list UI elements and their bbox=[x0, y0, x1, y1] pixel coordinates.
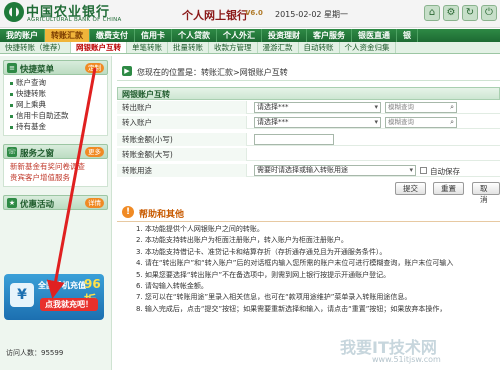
subtab-online-transfer[interactable]: 网银账户互转 bbox=[71, 42, 127, 53]
purpose-label: 转账用途 bbox=[117, 164, 247, 177]
customize-button[interactable]: 定制 bbox=[85, 63, 104, 73]
service-link-survey[interactable]: 新新基金有奖问卷调查 bbox=[4, 161, 107, 172]
help-list: 1. 本功能提供个人网银账户之间的转账。 2. 本功能支持转出账户为柜面注册账户… bbox=[136, 224, 500, 315]
from-account-row: 转出账户 请选择*** 模糊查询⌕ bbox=[117, 101, 500, 114]
bank-logo-icon bbox=[4, 2, 24, 22]
help-item: 8. 输入完成后，点击“提交”按钮；如果需要重新选择和输入，请点击“重置”按钮；… bbox=[136, 304, 447, 313]
tab-forex[interactable]: 个人外汇 bbox=[217, 29, 262, 42]
amount-large-label: 转账金额(大写) bbox=[117, 148, 247, 161]
promo-header: ★ 优惠活动 详情 bbox=[3, 195, 108, 210]
to-account-search[interactable]: 模糊查询 ⌕ bbox=[385, 117, 457, 128]
location-icon: ▶ bbox=[122, 66, 132, 76]
bank-name-en: AGRICULTURAL BANK OF CHINA bbox=[27, 17, 122, 23]
tab-customer-service[interactable]: 客户服务 bbox=[307, 29, 352, 42]
banner-cta[interactable]: 点我就充吧！ bbox=[40, 298, 98, 311]
search-icon[interactable]: ⌕ bbox=[450, 103, 454, 112]
to-account-row: 转入账户 请选择*** 模糊查询⌕ bbox=[117, 116, 500, 129]
submit-button[interactable]: 提交 bbox=[395, 182, 426, 195]
tab-medical[interactable]: 银医直通 bbox=[352, 29, 397, 42]
more-button[interactable]: 更多 bbox=[85, 147, 104, 157]
info-icon: ! bbox=[122, 206, 134, 218]
sidebar-item-funds[interactable]: 持有基金 bbox=[4, 121, 107, 132]
product-name: 个人网上银行 bbox=[182, 9, 248, 22]
sidebar-item-quick-transfer[interactable]: 快捷转账 bbox=[4, 88, 107, 99]
subtab-fund-collection[interactable]: 个人资金归集 bbox=[340, 42, 396, 53]
help-item: 2. 本功能支持转出账户为柜面注册账户，转入账户为柜面注册账户。 bbox=[136, 236, 348, 245]
help-item: 6. 请勾输入转帐金额。 bbox=[136, 282, 208, 291]
sidebar-item-account-query[interactable]: 账户查询 bbox=[4, 77, 107, 88]
purpose-select[interactable]: 需要时请选择或输入转账用途 bbox=[254, 165, 416, 176]
help-item: 3. 本功能支持借记卡、准贷记卡和结算存折（存折通存通兑且为开通服务条件）。 bbox=[136, 247, 387, 256]
menu-icon: ≡ bbox=[7, 63, 17, 73]
quick-menu-title: 快捷菜单 bbox=[20, 65, 55, 75]
service-list: 新新基金有奖问卷调查 贵宾客户增值服务 bbox=[3, 159, 108, 187]
service-link-vip[interactable]: 贵宾客户增值服务 bbox=[4, 172, 107, 183]
to-account-select[interactable]: 请选择*** bbox=[254, 117, 381, 128]
gift-icon: ★ bbox=[7, 198, 17, 208]
tab-more[interactable]: 银 bbox=[397, 29, 418, 42]
tab-investment[interactable]: 投资理财 bbox=[262, 29, 307, 42]
sidebar-item-online-purchase[interactable]: 网上乘典 bbox=[4, 99, 107, 110]
subtab-auto-transfer[interactable]: 自动转账 bbox=[299, 42, 340, 53]
amount-large-row: 转账金额(大写) bbox=[117, 148, 500, 161]
subtab-batch-transfer[interactable]: 批量转账 bbox=[168, 42, 209, 53]
auto-save-label: 自动保存 bbox=[430, 167, 460, 176]
subtab-payee-management[interactable]: 收款方管理 bbox=[209, 42, 258, 53]
purpose-row: 转账用途 需要时请选择或输入转账用途 自动保存 bbox=[117, 164, 500, 177]
help-item: 5. 如果您要选择“转出账户”不在备选项中，则需到网上银行按提示开通账户登记。 bbox=[136, 270, 391, 279]
settings-icon[interactable]: ⚙ bbox=[443, 5, 459, 21]
help-item: 1. 本功能提供个人网银账户之间的转账。 bbox=[136, 225, 264, 233]
breadcrumb-text: 您现在的位置是：转账汇款>网银账户互转 bbox=[137, 68, 288, 77]
help-item: 7. 您可以在“转账用途”里录入相关信息，也可在“款项用途维护”菜单录入转账用途… bbox=[136, 293, 412, 302]
help-title: 帮助和其他 bbox=[139, 210, 185, 220]
subtab-roaming-remit[interactable]: 漫游汇款 bbox=[258, 42, 299, 53]
sub-nav: 快捷转账（推荐） 网银账户互转 单笔转账 批量转账 收款方管理 漫游汇款 自动转… bbox=[0, 42, 500, 54]
form-title-bar: 网银账户互转 bbox=[117, 87, 500, 100]
from-account-select[interactable]: 请选择*** bbox=[254, 102, 381, 113]
sidebar-item-credit-repay[interactable]: 信用卡自助还款 bbox=[4, 110, 107, 121]
watermark-url: www.51itjsw.com bbox=[372, 355, 441, 364]
yuan-icon: ¥ bbox=[10, 283, 34, 307]
help-section: ! 帮助和其他 1. 本功能提供个人网银账户之间的转账。 2. 本功能支持转出账… bbox=[117, 202, 500, 370]
refresh-icon[interactable]: ↻ bbox=[462, 5, 478, 21]
header: 中国农业银行 AGRICULTURAL BANK OF CHINA 个人网上银行… bbox=[0, 0, 500, 28]
quick-menu-header: ≡ 快捷菜单 定制 bbox=[3, 60, 108, 75]
cancel-button[interactable]: 取消 bbox=[472, 182, 500, 204]
help-divider bbox=[117, 221, 500, 222]
breadcrumb: ▶ 您现在的位置是：转账汇款>网银账户互转 bbox=[117, 63, 500, 81]
help-item: 4. 请在“转出账户”和“转入账户”后的对话框内输入您所需的账户末位可进行模糊查… bbox=[136, 259, 454, 268]
subtab-single-transfer[interactable]: 单笔转账 bbox=[127, 42, 168, 53]
visitor-count: 访问人数：95599 bbox=[6, 349, 64, 357]
amount-input[interactable] bbox=[254, 134, 334, 145]
tab-transfer[interactable]: 转账汇款 bbox=[45, 29, 90, 42]
amount-small-label: 转账金额(小写) bbox=[117, 133, 247, 146]
tab-loans[interactable]: 个人贷款 bbox=[172, 29, 217, 42]
current-date: 2015-02-02 星期一 bbox=[275, 10, 349, 19]
tab-payment[interactable]: 缴费支付 bbox=[90, 29, 135, 42]
details-button[interactable]: 详情 bbox=[85, 198, 104, 208]
from-account-search[interactable]: 模糊查询 ⌕ bbox=[385, 102, 457, 113]
tab-credit-card[interactable]: 信用卡 bbox=[135, 29, 172, 42]
service-title: 服务之窗 bbox=[20, 149, 55, 159]
sidebar: ≡ 快捷菜单 定制 账户查询 快捷转账 网上乘典 信用卡自助还款 持有基金 ☏ … bbox=[0, 56, 112, 370]
tab-my-account[interactable]: 我的账户 bbox=[0, 29, 45, 42]
form-title: 网银账户互转 bbox=[122, 90, 170, 99]
quick-menu-list: 账户查询 快捷转账 网上乘典 信用卡自助还款 持有基金 bbox=[3, 75, 108, 136]
promo-title: 优惠活动 bbox=[20, 200, 55, 210]
power-icon[interactable]: ⏻ bbox=[481, 5, 497, 21]
version-label: V6.0 bbox=[245, 9, 263, 17]
amount-small-row: 转账金额(小写) bbox=[117, 133, 500, 146]
service-header: ☏ 服务之窗 更多 bbox=[3, 144, 108, 159]
service-icon: ☏ bbox=[7, 147, 17, 157]
reset-button[interactable]: 重置 bbox=[433, 182, 464, 195]
mobile-recharge-banner[interactable]: ¥ 全国手机充值 96折 点我就充吧！ bbox=[4, 274, 104, 320]
home-icon[interactable]: ⌂ bbox=[424, 5, 440, 21]
subtab-quick-transfer[interactable]: 快捷转账（推荐） bbox=[0, 42, 71, 53]
search-icon[interactable]: ⌕ bbox=[450, 118, 454, 127]
auto-save-checkbox[interactable] bbox=[420, 167, 427, 174]
from-account-label: 转出账户 bbox=[117, 101, 247, 114]
banner-title: 全国手机充值 bbox=[38, 281, 86, 290]
main-nav: 我的账户 转账汇款 缴费支付 信用卡 个人贷款 个人外汇 投资理财 客户服务 银… bbox=[0, 29, 500, 42]
to-account-label: 转入账户 bbox=[117, 116, 247, 129]
